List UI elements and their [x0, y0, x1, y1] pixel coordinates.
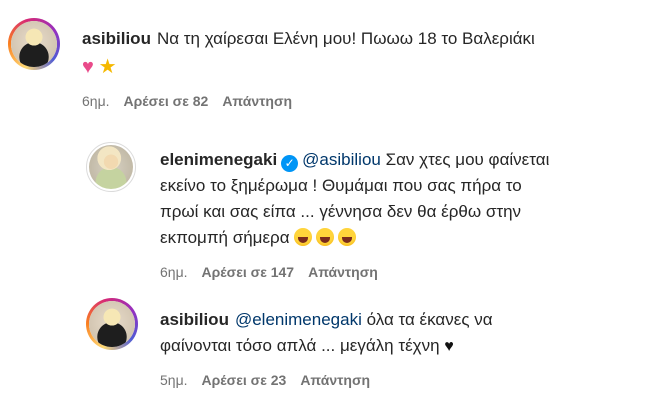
avatar-ring[interactable]	[8, 18, 60, 70]
reply-button[interactable]: Απάντηση	[308, 264, 378, 280]
comment-text-line3: πρωί και σας είπα ... γέννησα δεν θα έρθ…	[160, 202, 522, 221]
mention-link[interactable]: @elenimenegaki	[235, 310, 362, 329]
comment-text-line4: εκπομπή σήμερα	[160, 228, 290, 247]
avatar-ring[interactable]	[86, 298, 138, 350]
comment-3: asibiliou @elenimenegaki όλα τα έκανες να…	[0, 290, 660, 400]
reply-button[interactable]: Απάντηση	[300, 372, 370, 388]
reply-button[interactable]: Απάντηση	[222, 93, 292, 109]
verified-badge-icon: ✓	[281, 155, 299, 172]
comment-username[interactable]: elenimenegaki	[160, 150, 277, 169]
avatar	[11, 21, 57, 67]
avatar-frame[interactable]	[86, 142, 136, 192]
laughing-face-icon	[294, 228, 313, 246]
pink-heart-icon: ♥	[82, 56, 94, 78]
black-heart-icon: ♥	[444, 338, 454, 355]
likes-count[interactable]: Αρέσει σε 147	[202, 264, 295, 280]
comment-text: Να τη χαίρεσαι Ελένη μου! Πωωω 18 το Βαλ…	[156, 29, 535, 48]
comment-meta: 5ημ. Αρέσει σε 23 Απάντηση	[160, 372, 384, 388]
comment-time: 6ημ.	[82, 93, 110, 109]
comment-username[interactable]: asibiliou	[82, 29, 151, 48]
mention-link[interactable]: @asibiliou	[302, 150, 381, 169]
comment-2: elenimenegaki ✓ @asibiliou Σαν χτες μου φα…	[0, 130, 660, 290]
comment-username[interactable]: asibiliou	[160, 310, 229, 329]
laughing-face-icon	[316, 228, 335, 246]
comment-text-line1: Σαν χτες μου φαίνεται	[385, 150, 550, 169]
comment-1: asibiliou Να τη χαίρεσαι Ελένη μου! Πωωω …	[0, 0, 660, 120]
comment-time: 5ημ.	[160, 372, 188, 388]
comment-meta: 6ημ. Αρέσει σε 82 Απάντηση	[82, 93, 306, 109]
likes-count[interactable]: Αρέσει σε 82	[124, 93, 209, 109]
comment-time: 6ημ.	[160, 264, 188, 280]
avatar	[89, 145, 133, 189]
star-icon: ★	[98, 56, 117, 78]
comment-text-line1: όλα τα έκανες να	[366, 310, 493, 329]
avatar	[89, 301, 135, 347]
comment-meta: 6ημ. Αρέσει σε 147 Απάντηση	[160, 264, 392, 280]
comment-text-line2: φαίνονται τόσο απλά ... μεγάλη τέχνη	[160, 336, 440, 355]
laughing-face-icon	[338, 228, 357, 246]
likes-count[interactable]: Αρέσει σε 23	[202, 372, 287, 388]
comment-text-line2: εκείνο το ξημέρωμα ! Θυμάμαι που σας πήρ…	[160, 176, 522, 195]
